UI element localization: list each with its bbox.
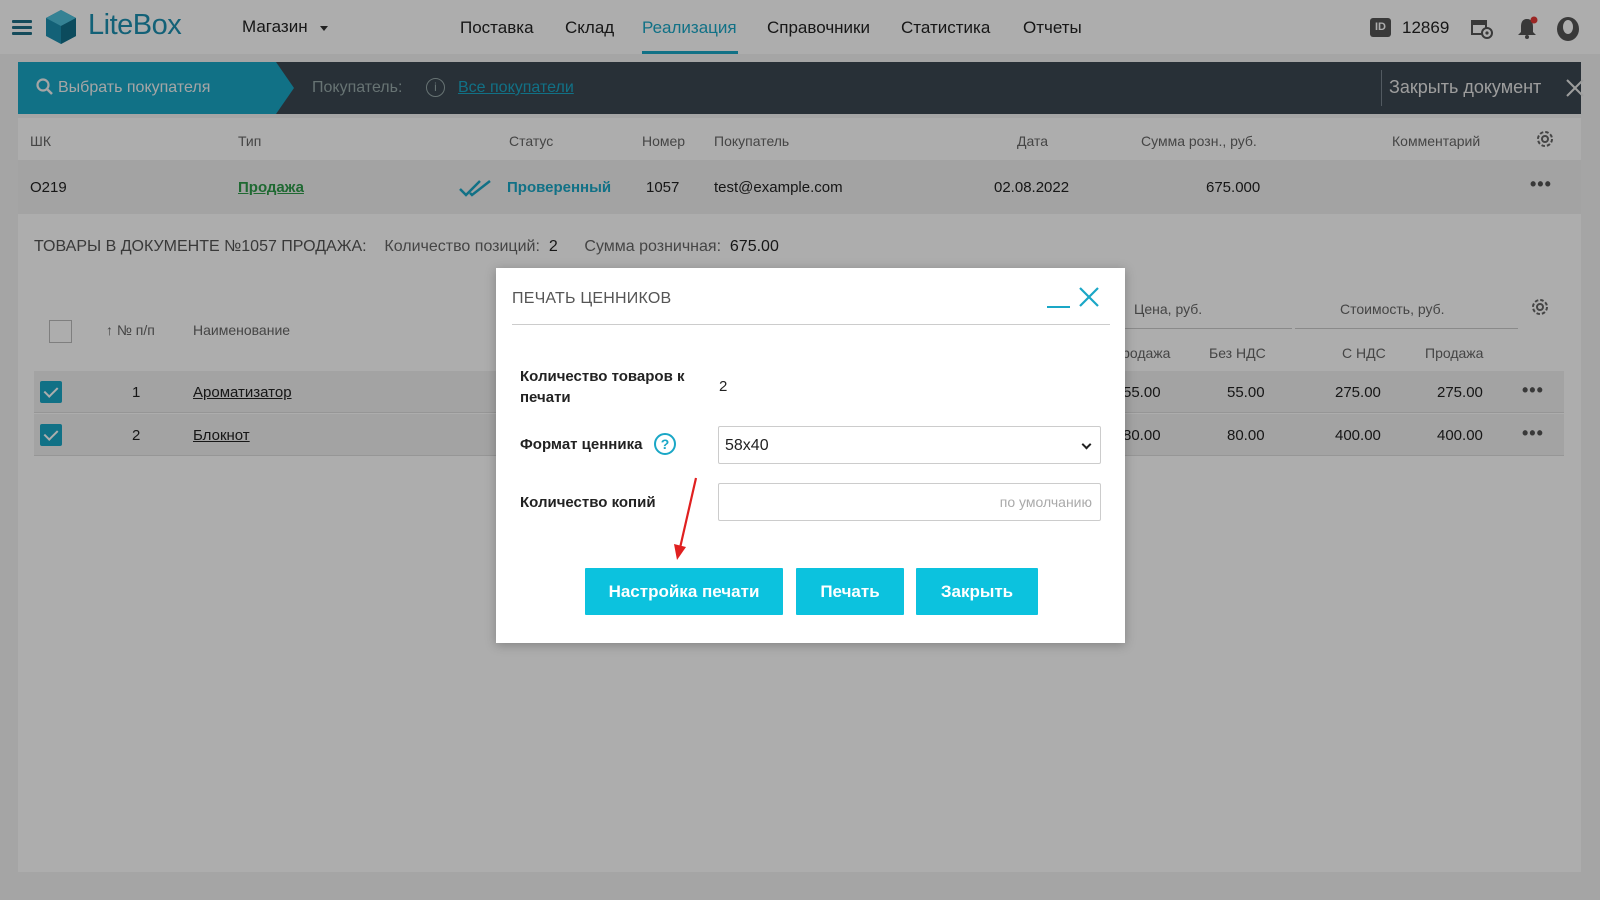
annotation-arrow-icon	[674, 477, 698, 560]
format-value: 58x40	[725, 437, 769, 454]
qty-label: Количество товаров к печати	[520, 368, 685, 406]
chevron-down-icon	[1081, 439, 1092, 450]
help-icon[interactable]: ?	[654, 433, 676, 455]
close-icon[interactable]	[1078, 286, 1100, 308]
copies-label: Количество копий	[520, 494, 656, 511]
print-price-tags-dialog: ПЕЧАТЬ ЦЕННИКОВ Количество товаров к печ…	[496, 268, 1125, 643]
format-label: Формат ценника	[520, 436, 643, 453]
format-select[interactable]: 58x40	[718, 426, 1101, 464]
dialog-title: ПЕЧАТЬ ЦЕННИКОВ	[512, 290, 672, 307]
print-settings-button[interactable]: Настройка печати	[585, 568, 783, 615]
qty-value: 2	[719, 378, 728, 395]
divider	[512, 324, 1110, 325]
close-button[interactable]: Закрыть	[916, 568, 1038, 615]
minimize-icon[interactable]	[1047, 306, 1070, 308]
copies-input[interactable]	[718, 483, 1101, 521]
print-button[interactable]: Печать	[796, 568, 904, 615]
